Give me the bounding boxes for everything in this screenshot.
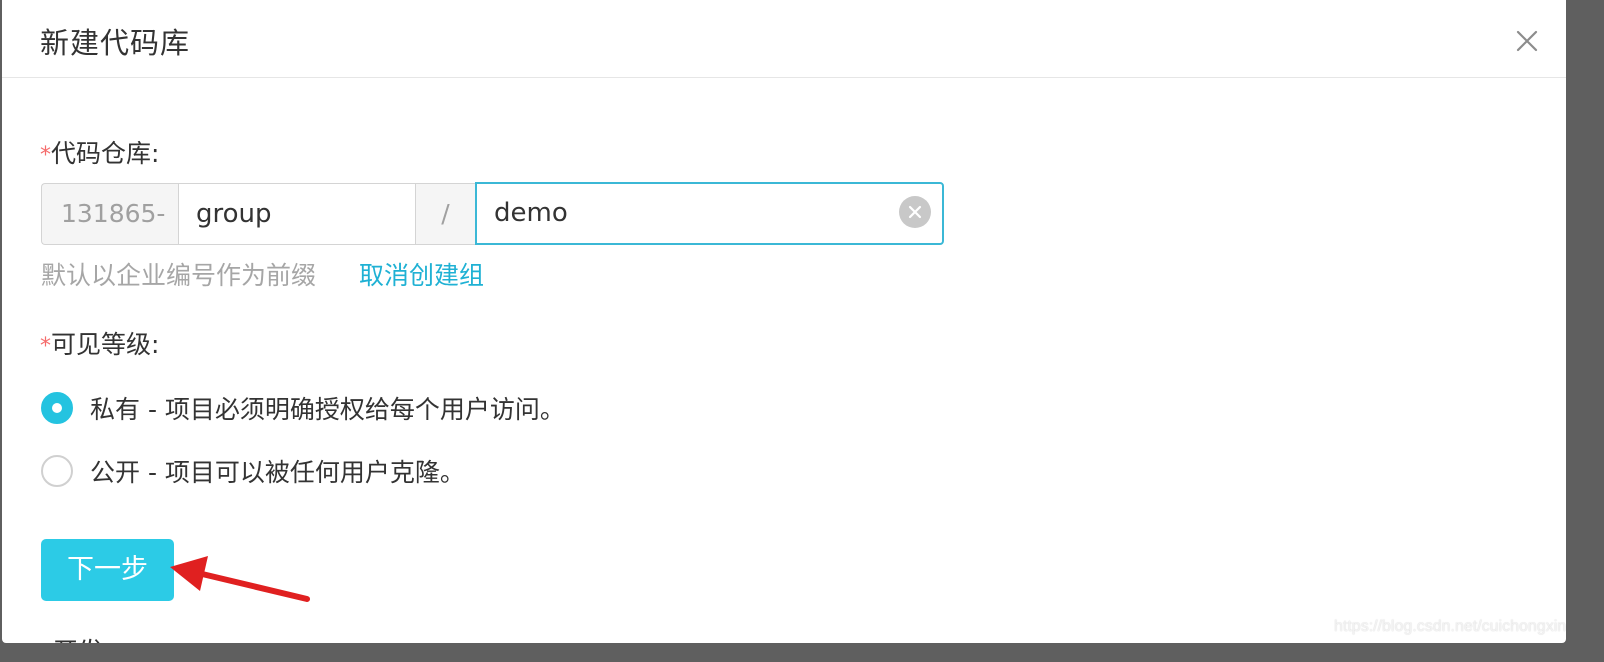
visibility-label-text: 可见等级: (51, 330, 160, 359)
cutoff-field-label-text: 开发 (53, 637, 103, 643)
close-icon (1516, 30, 1538, 52)
clear-icon[interactable] (899, 196, 931, 228)
close-button[interactable] (1510, 24, 1544, 58)
next-step-button[interactable]: 下一步 (41, 539, 174, 601)
path-separator: / (416, 183, 475, 245)
dialog-header: 新建代码库 (2, 0, 1566, 78)
required-mark: * (40, 143, 51, 168)
required-mark: * (40, 334, 51, 359)
new-repository-dialog: 新建代码库 *代码仓库: 131865- group / demo 默认以企业编… (2, 0, 1566, 643)
prefix-hint: 默认以企业编号作为前缀 (41, 261, 317, 290)
radio-public-label: 公开 - 项目可以被任何用户克隆。 (90, 458, 465, 487)
repository-label: *代码仓库: (40, 134, 159, 170)
enterprise-prefix: 131865- (41, 183, 178, 245)
group-name-input[interactable]: group (178, 183, 416, 245)
repository-label-text: 代码仓库: (51, 139, 160, 168)
cancel-create-group-link[interactable]: 取消创建组 (359, 256, 484, 292)
cutoff-field-label: *开发 (42, 632, 103, 643)
required-mark: * (42, 641, 53, 643)
red-arrow-annotation (170, 556, 310, 602)
dialog-title: 新建代码库 (40, 26, 191, 60)
repository-name-input[interactable]: demo (475, 182, 944, 245)
radio-private[interactable] (41, 392, 73, 424)
clear-x-glyph (908, 205, 922, 219)
visibility-label: *可见等级: (40, 325, 159, 361)
radio-private-label: 私有 - 项目必须明确授权给每个用户访问。 (90, 395, 565, 424)
radio-public[interactable] (41, 455, 73, 487)
watermark: https://blog.csdn.net/cuichongxin (1334, 618, 1567, 635)
